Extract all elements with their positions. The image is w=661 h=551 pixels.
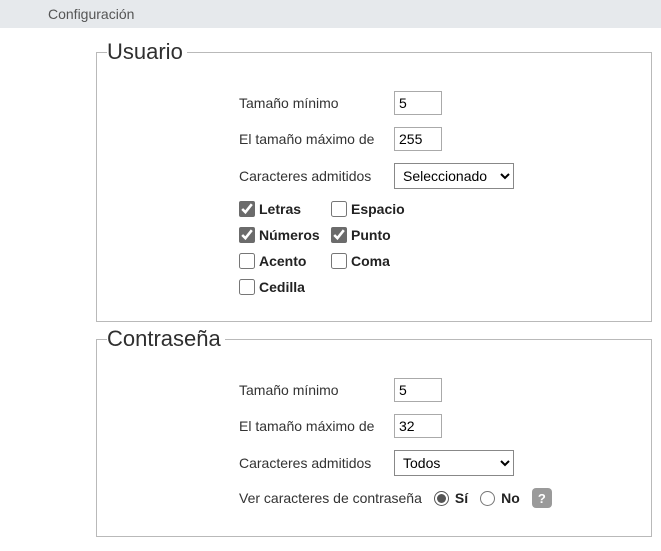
user-allowed-chars-select[interactable]: Seleccionado [394, 163, 514, 189]
password-legend: Contraseña [107, 326, 225, 352]
user-char-coma-label: Coma [351, 253, 390, 269]
user-char-punto-label: Punto [351, 227, 391, 243]
user-char-numeros-checkbox[interactable] [239, 227, 255, 243]
user-legend: Usuario [107, 39, 187, 65]
user-char-acento-checkbox[interactable] [239, 253, 255, 269]
user-char-espacio-checkbox[interactable] [331, 201, 347, 217]
password-show-yes-label: Sí [455, 490, 468, 506]
user-max-size-label: El tamaño máximo de [239, 131, 394, 147]
password-min-size-input[interactable] [394, 378, 442, 402]
user-char-letras-checkbox[interactable] [239, 201, 255, 217]
user-min-size-label: Tamaño mínimo [239, 95, 394, 111]
user-allowed-chars-label: Caracteres admitidos [239, 168, 394, 184]
password-max-size-input[interactable] [394, 414, 442, 438]
password-max-size-label: El tamaño máximo de [239, 418, 394, 434]
user-char-letras-label: Letras [259, 201, 301, 217]
user-char-espacio-label: Espacio [351, 201, 405, 217]
password-min-size-label: Tamaño mínimo [239, 382, 394, 398]
password-allowed-chars-select[interactable]: Todos [394, 450, 514, 476]
password-allowed-chars-label: Caracteres admitidos [239, 455, 394, 471]
header-bar: Configuración [0, 0, 661, 29]
user-char-punto-checkbox[interactable] [331, 227, 347, 243]
user-min-size-input[interactable] [394, 91, 442, 115]
user-char-acento-label: Acento [259, 253, 306, 269]
password-show-no-label: No [501, 490, 520, 506]
help-icon[interactable]: ? [532, 488, 552, 508]
user-char-cedilla-checkbox[interactable] [239, 279, 255, 295]
user-char-numeros-label: Números [259, 227, 320, 243]
user-char-cedilla-label: Cedilla [259, 279, 305, 295]
password-show-no-radio[interactable] [480, 491, 495, 506]
password-fieldset: Contraseña Tamaño mínimo El tamaño máxim… [96, 326, 652, 537]
password-show-yes-radio[interactable] [434, 491, 449, 506]
user-max-size-input[interactable] [394, 127, 442, 151]
user-fieldset: Usuario Tamaño mínimo El tamaño máximo d… [96, 39, 652, 322]
content: Usuario Tamaño mínimo El tamaño máximo d… [0, 29, 660, 537]
page-title: Configuración [48, 6, 134, 22]
password-show-chars-label: Ver caracteres de contraseña [239, 490, 422, 506]
user-char-coma-checkbox[interactable] [331, 253, 347, 269]
